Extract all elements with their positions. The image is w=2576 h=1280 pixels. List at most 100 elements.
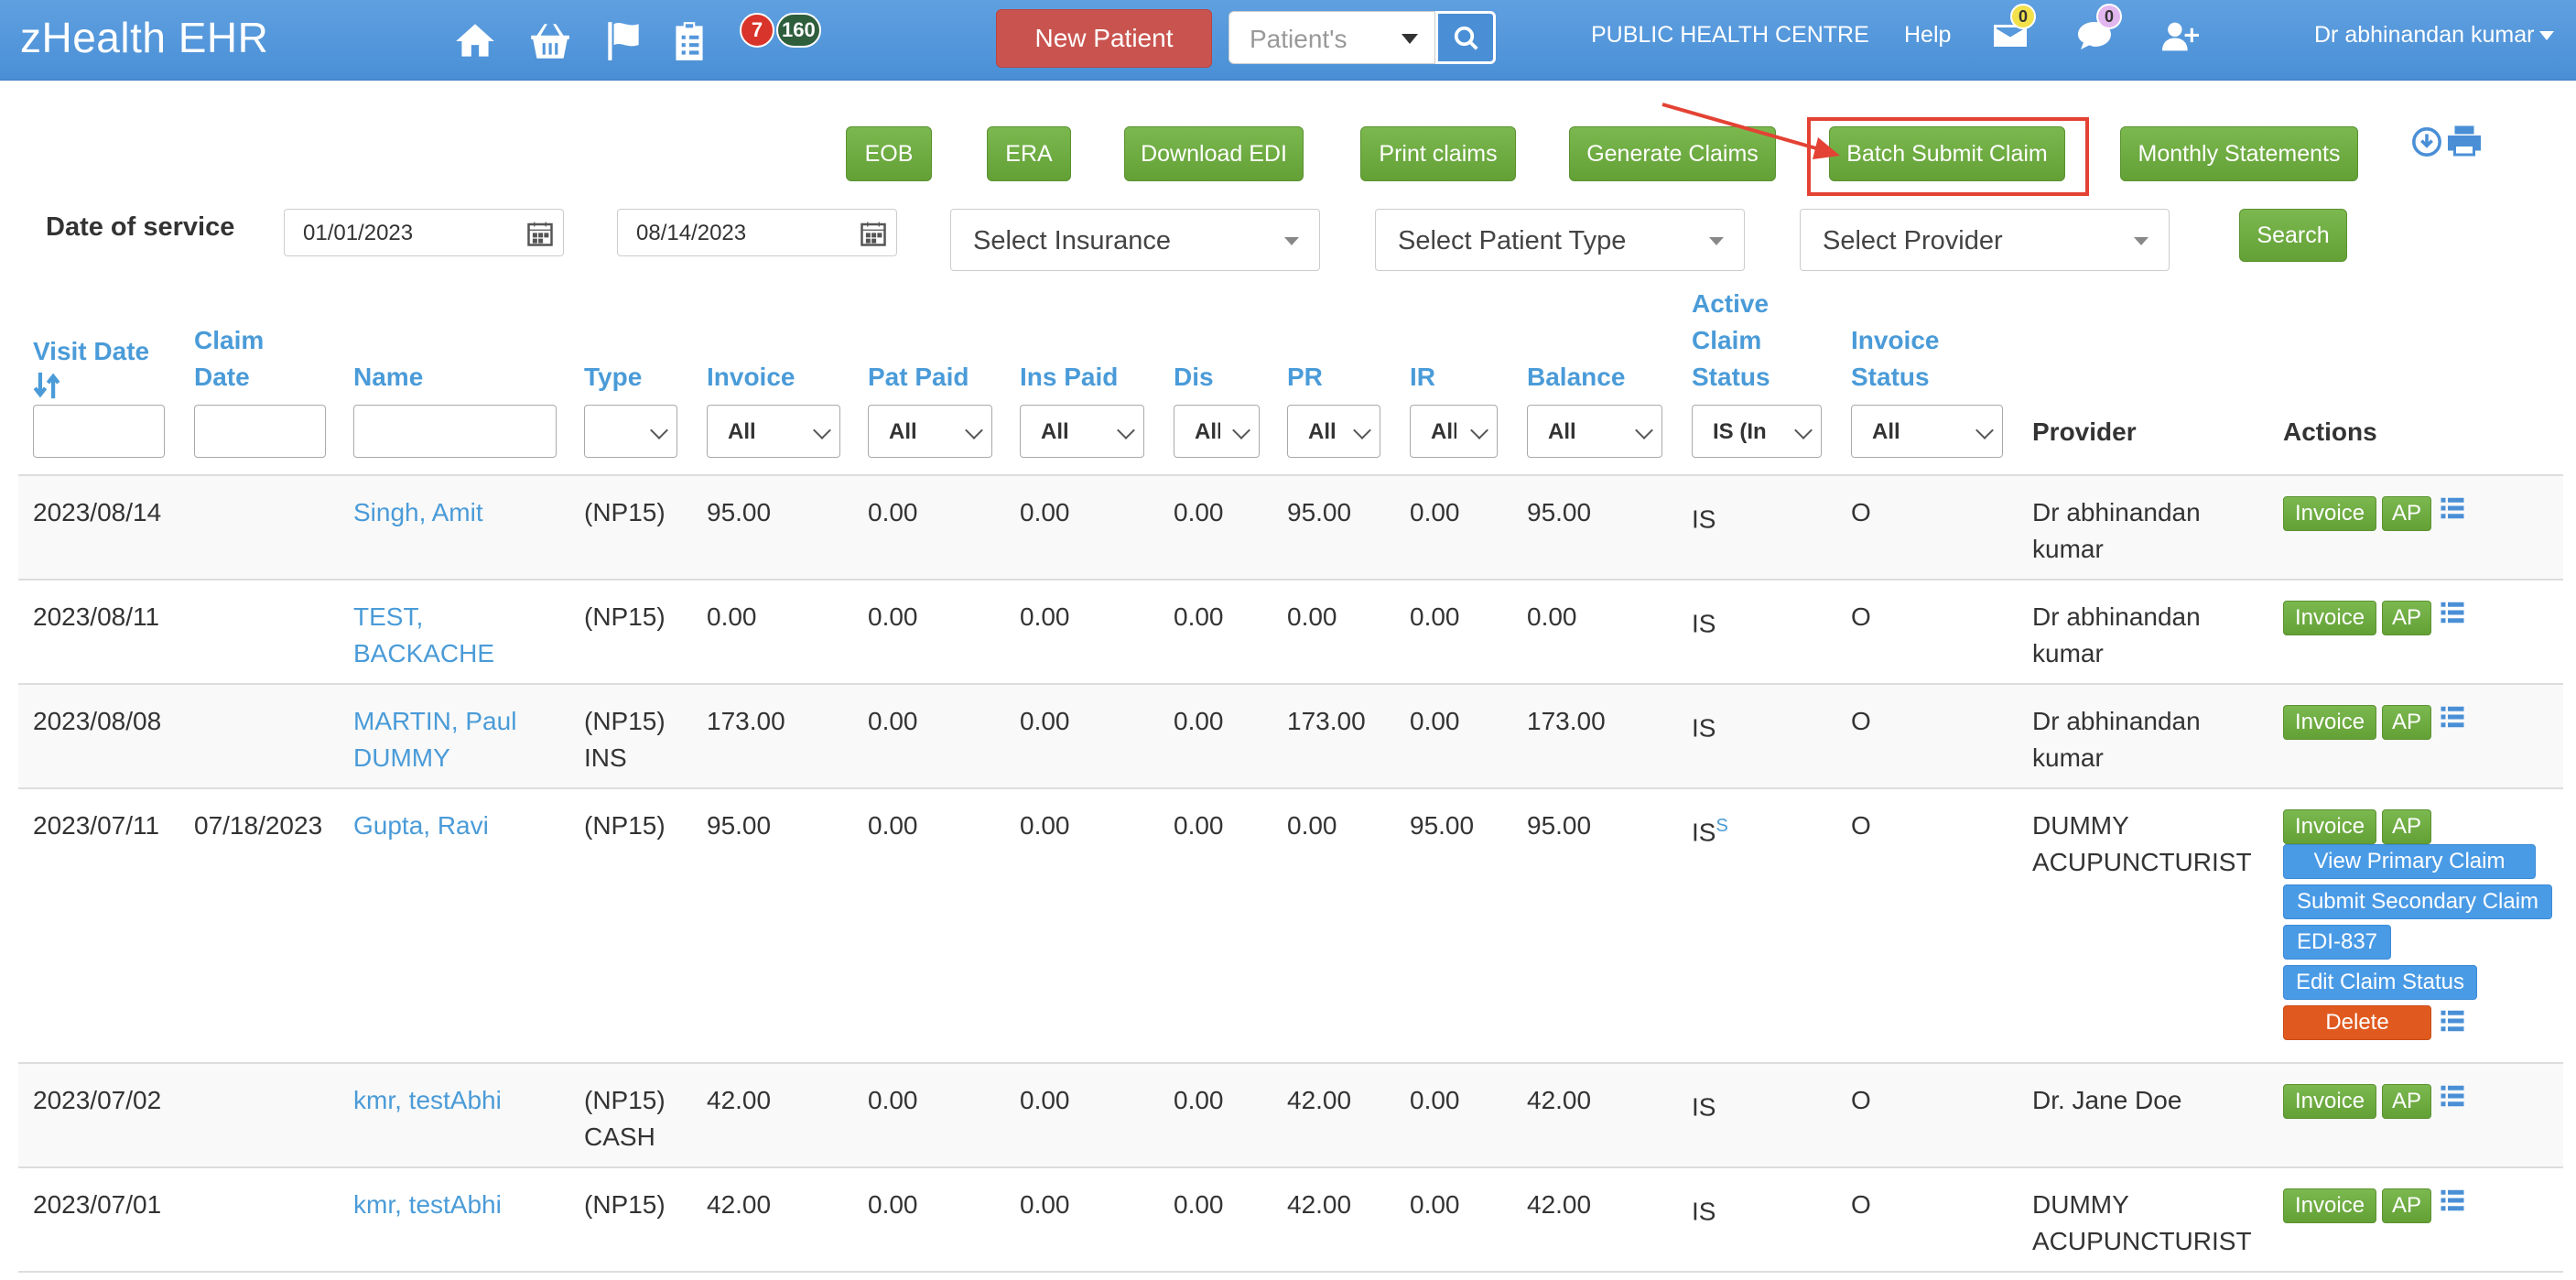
ins-paid-filter-select[interactable]: All (1020, 405, 1144, 458)
header-ir[interactable]: IR (1410, 359, 1435, 396)
view-primary-claim-button[interactable]: View Primary Claim (2283, 844, 2536, 879)
pat-paid-filter-select[interactable]: All (868, 405, 992, 458)
invoice-button[interactable]: Invoice (2283, 1188, 2376, 1223)
pr-filter-select[interactable]: All (1287, 405, 1380, 458)
patient-name-line2: BACKACHE (353, 639, 495, 667)
user-name: Dr abhinandan kumar (2314, 22, 2535, 48)
cell-invoice: 42.00 (707, 1190, 772, 1219)
invoice-status-filter-select[interactable]: All (1851, 405, 2003, 458)
search-button[interactable]: Search (2239, 209, 2347, 262)
date-from-input[interactable]: 01/01/2023 (284, 209, 564, 256)
header-visit-date-label: Visit Date (33, 337, 150, 365)
insurance-select[interactable]: Select Insurance (950, 209, 1320, 271)
brand-logo[interactable]: zHealth EHR (20, 13, 268, 62)
visit-date-filter-input[interactable] (33, 405, 165, 458)
invoice-button[interactable]: Invoice (2283, 601, 2376, 635)
acs-value: IS (1692, 713, 1716, 743)
flag-icon[interactable] (601, 18, 646, 64)
calendar-icon[interactable] (526, 220, 554, 247)
cell-ir: 0.00 (1410, 1086, 1460, 1114)
type-filter-select[interactable] (584, 405, 677, 458)
delete-claim-button[interactable]: Delete Claim (2283, 1005, 2431, 1068)
submit-secondary-claim-button[interactable]: Submit Secondary Claim (2283, 884, 2552, 919)
header-provider: Provider (2032, 418, 2137, 446)
patient-search-select[interactable]: Patient's (1228, 11, 1435, 64)
era-button[interactable]: ERA (987, 126, 1071, 181)
calendar-icon[interactable] (860, 220, 887, 247)
new-patient-button[interactable]: New Patient (996, 9, 1212, 68)
patient-type-select[interactable]: Select Patient Type (1375, 209, 1745, 271)
header-pr[interactable]: PR (1287, 359, 1323, 396)
download-edi-button[interactable]: Download EDI (1124, 126, 1304, 181)
invoice-button[interactable]: Invoice (2283, 809, 2376, 844)
monthly-statements-button[interactable]: Monthly Statements (2120, 126, 2358, 181)
ap-button[interactable]: AP (2382, 1188, 2431, 1223)
eob-button[interactable]: EOB (846, 126, 932, 181)
invoice-button[interactable]: Invoice (2283, 1084, 2376, 1119)
basket-icon[interactable] (527, 18, 573, 64)
invoice-button[interactable]: Invoice (2283, 705, 2376, 740)
ap-button[interactable]: AP (2382, 601, 2431, 635)
download-icon[interactable] (2411, 126, 2442, 157)
date-to-input[interactable]: 08/14/2023 (617, 209, 897, 256)
cell-visit: 2023/08/11 (33, 602, 160, 631)
header-name[interactable]: Name (353, 359, 423, 396)
acs-superscript[interactable]: S (1716, 816, 1727, 836)
list-icon[interactable] (2439, 1007, 2466, 1035)
list-icon[interactable] (2439, 494, 2466, 522)
dis-filter-select[interactable]: All (1174, 405, 1260, 458)
list-icon[interactable] (2439, 599, 2466, 626)
cell-type1: (NP15) (584, 707, 666, 735)
provider-line1: Dr abhinandan (2032, 707, 2201, 735)
generate-claims-button[interactable]: Generate Claims (1569, 126, 1776, 181)
cell-pr: 0.00 (1287, 602, 1337, 631)
header-ins-paid[interactable]: Ins Paid (1020, 359, 1118, 396)
tasks-badge[interactable]: 160 (776, 13, 821, 48)
ap-button[interactable]: AP (2382, 1084, 2431, 1119)
header-type[interactable]: Type (584, 359, 642, 396)
sort-icon[interactable] (33, 370, 60, 401)
balance-filter-select[interactable]: All (1527, 405, 1662, 458)
ap-button[interactable]: AP (2382, 496, 2431, 531)
patient-name-link[interactable]: kmr, testAbhi (353, 1082, 502, 1119)
print-claims-button[interactable]: Print claims (1360, 126, 1516, 181)
invoice-filter-select[interactable]: All (707, 405, 840, 458)
add-user-icon[interactable] (2162, 20, 2199, 53)
printer-icon[interactable] (2446, 125, 2483, 157)
edit-claim-status-button[interactable]: Edit Claim Status (2283, 965, 2477, 1000)
patient-name-link[interactable]: MARTIN, Paul DUMMY (353, 703, 516, 776)
list-icon[interactable] (2439, 703, 2466, 731)
provider-select[interactable]: Select Provider (1800, 209, 2170, 271)
edi-837-button[interactable]: EDI-837 (2283, 925, 2391, 960)
header-claim-date[interactable]: Claim Date (194, 322, 264, 396)
ir-filter-select[interactable]: All (1410, 405, 1498, 458)
header-active-claim-status[interactable]: Active Claim Status (1692, 286, 1770, 396)
active-claim-status-filter-select[interactable]: IS (In (1692, 405, 1822, 458)
help-link[interactable]: Help (1904, 22, 1951, 49)
patient-name-link[interactable]: kmr, testAbhi (353, 1187, 502, 1223)
header-invoice-status[interactable]: Invoice Status (1851, 322, 1939, 396)
patient-name-line1: TEST, (353, 602, 424, 631)
patient-search-button[interactable] (1435, 11, 1496, 64)
invoice-button[interactable]: Invoice (2283, 496, 2376, 531)
alerts-badge[interactable]: 7 (740, 13, 774, 48)
name-filter-input[interactable] (353, 405, 557, 458)
header-dis[interactable]: Dis (1174, 359, 1214, 396)
patient-name-link[interactable]: Singh, Amit (353, 494, 483, 531)
list-icon[interactable] (2439, 1187, 2466, 1214)
header-visit-date[interactable]: Visit Date (33, 333, 149, 411)
patient-name-link[interactable]: TEST, BACKACHE (353, 599, 494, 672)
provider-select-value: Select Provider (1823, 226, 2003, 255)
header-invoice[interactable]: Invoice (707, 359, 795, 396)
health-centre-link[interactable]: PUBLIC HEALTH CENTRE (1591, 22, 1869, 49)
header-balance[interactable]: Balance (1527, 359, 1625, 396)
patient-name-link[interactable]: Gupta, Ravi (353, 808, 489, 844)
list-icon[interactable] (2439, 1082, 2466, 1110)
user-menu[interactable]: Dr abhinandan kumar (2314, 22, 2555, 49)
home-icon[interactable] (452, 18, 498, 64)
clipboard-icon[interactable] (666, 18, 712, 64)
ap-button[interactable]: AP (2382, 705, 2431, 740)
header-pat-paid[interactable]: Pat Paid (868, 359, 969, 396)
claim-date-filter-input[interactable] (194, 405, 326, 458)
ap-button[interactable]: AP (2382, 809, 2431, 844)
